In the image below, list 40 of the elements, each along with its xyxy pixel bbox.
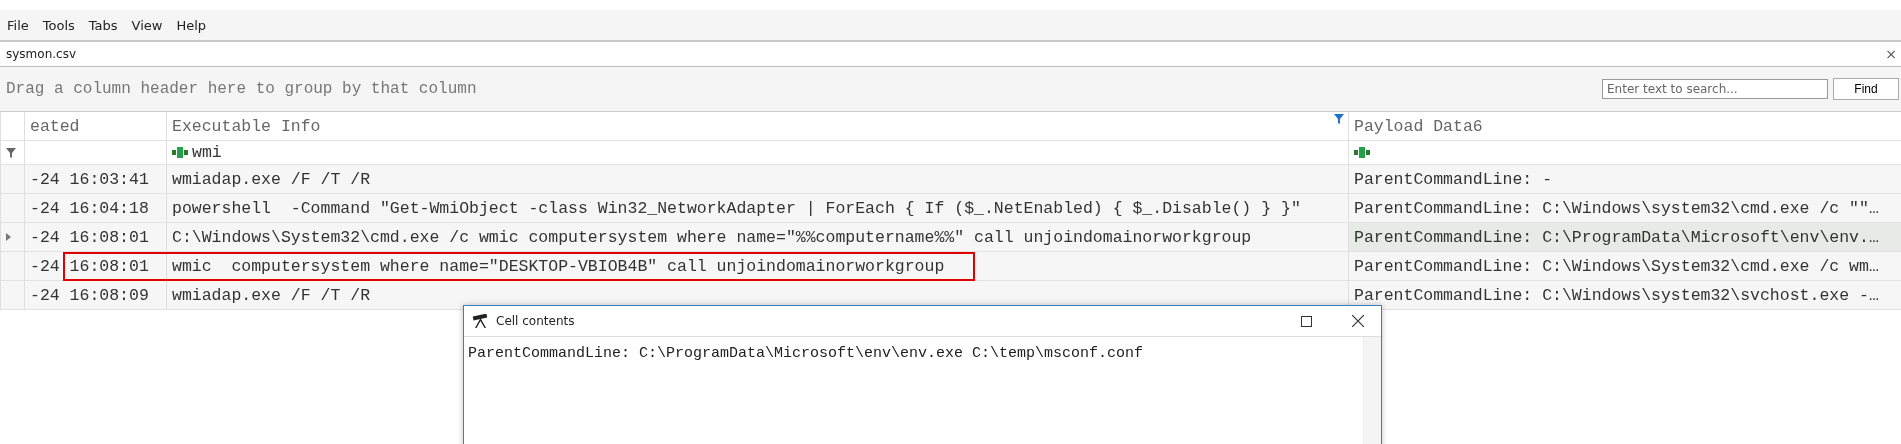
scrollbar[interactable] (1363, 337, 1381, 444)
table-cell: C:\Windows\System32\cmd.exe /c wmic computersystem where name="%%computername%%" call unjoindomainorworkgroup (172, 227, 1252, 247)
menu-item[interactable]: Tools (37, 17, 84, 33)
group-panel-hint: Drag a column header here to group by that column (6, 80, 478, 98)
document-tab[interactable]: sysmon.csv (6, 47, 76, 61)
filter-icon[interactable] (6, 147, 16, 158)
menu-item[interactable]: Help (171, 17, 216, 33)
text-filter-icon (1354, 147, 1370, 158)
table-cell: -24 16:08:01 (30, 227, 149, 247)
close-icon[interactable] (1352, 315, 1364, 327)
maximize-icon[interactable] (1300, 315, 1312, 327)
menu-item[interactable]: File (2, 17, 38, 33)
filter-icon[interactable] (1334, 114, 1344, 124)
table-cell: -24 16:08:09 (30, 285, 149, 305)
column-header[interactable]: Payload Data6 (1354, 116, 1483, 136)
table-cell: wmic computersystem where name="DESKTOP-VBIOB4B" call unjoindomainorworkgroup (172, 256, 945, 276)
menu-item[interactable]: View (126, 17, 172, 33)
search-field[interactable]: Enter text to search... (1602, 79, 1828, 99)
table-cell: powershell -Command "Get-WmiObject -class Win32_NetworkAdapter | ForEach { If ($_.NetEnabled) { $_.Disable() } }" (172, 198, 1301, 218)
filter-field[interactable]: wmi (172, 141, 1348, 164)
caret-icon (6, 233, 11, 241)
table-cell: ParentCommandLine: C:\Windows\System32\cmd.exe /c wm… (1354, 256, 1879, 276)
table-cell: -24 16:03:41 (30, 169, 149, 189)
menu-item[interactable]: Tabs (83, 17, 127, 33)
cell-contents-text: ParentCommandLine: C:\ProgramData\Microsoft\env\env.exe C:\temp\msconf.conf (467, 344, 1145, 364)
table-cell: -24 16:04:18 (30, 198, 149, 218)
window-title: Cell contents (496, 314, 576, 328)
column-header[interactable]: Executable Info (172, 116, 321, 136)
close-tab-button[interactable]: × (1885, 46, 1897, 62)
table-cell: ParentCommandLine: C:\Windows\system32\svchost.exe -… (1354, 285, 1879, 305)
table-cell: -24 16:08:01 (30, 256, 149, 276)
table-cell: wmiadap.exe /F /T /R (172, 169, 371, 189)
find-button[interactable]: Find (1833, 78, 1899, 100)
table-cell: ParentCommandLine: C:\Windows\system32\cmd.exe /c ""… (1354, 198, 1879, 218)
telescope-icon (472, 314, 490, 328)
column-header[interactable]: eated (30, 116, 80, 136)
table-cell: wmiadap.exe /F /T /R (172, 285, 371, 305)
text-filter-icon (172, 147, 188, 158)
table-cell: ParentCommandLine: C:\ProgramData\Microsoft\env\env.… (1354, 227, 1879, 247)
table-cell: ParentCommandLine: - (1354, 169, 1553, 189)
